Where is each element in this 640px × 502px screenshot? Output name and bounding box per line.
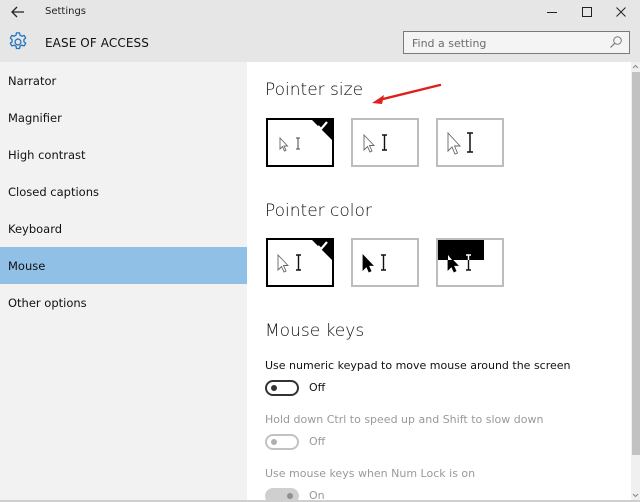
sidebar-item-label: Narrator [8, 73, 57, 88]
section-title: EASE OF ACCESS [45, 36, 149, 50]
gear-icon [9, 32, 27, 50]
chevron-up-icon [632, 64, 639, 69]
ctrl-shift-speed-label: Hold down Ctrl to speed up and Shift to … [265, 413, 544, 426]
close-button[interactable] [604, 0, 638, 24]
vertical-scrollbar[interactable] [631, 62, 640, 500]
sidebar-item-closed-captions[interactable]: Closed captions [0, 173, 247, 210]
scroll-up-button[interactable] [631, 62, 640, 71]
sidebar-item-high-contrast[interactable]: High contrast [0, 136, 247, 173]
numeric-keypad-label: Use numeric keypad to move mouse around … [265, 359, 571, 372]
main-content: Pointer size Pointer color Mouse keys Us… [247, 62, 631, 500]
chevron-down-icon [632, 493, 639, 498]
sidebar-item-other-options[interactable]: Other options [0, 284, 247, 321]
back-button[interactable] [8, 2, 28, 22]
sidebar-item-keyboard[interactable]: Keyboard [0, 210, 247, 247]
inverted-cursors-icon [438, 240, 484, 273]
pointer-color-option-black[interactable] [351, 238, 419, 287]
sidebar-item-label: Magnifier [8, 110, 62, 125]
numeric-keypad-state: Off [309, 381, 326, 394]
white-cursors-icon [277, 253, 301, 273]
scroll-down-button[interactable] [631, 491, 640, 500]
minimize-icon [547, 12, 557, 13]
search-input[interactable] [404, 33, 599, 54]
pointer-size-heading: Pointer size [265, 80, 364, 100]
num-lock-state: On [309, 489, 325, 500]
pointer-size-option-small[interactable] [266, 118, 334, 167]
sidebar-item-label: Keyboard [8, 221, 63, 236]
num-lock-toggle[interactable] [265, 488, 299, 500]
toggle-knob [287, 493, 293, 499]
back-arrow-icon [11, 6, 24, 18]
ctrl-shift-speed-toggle[interactable] [265, 434, 299, 450]
page-header: EASE OF ACCESS [0, 25, 640, 62]
large-cursors-icon [447, 131, 473, 155]
pointer-color-option-inverted[interactable] [436, 238, 504, 287]
pointer-size-option-large[interactable] [436, 118, 504, 167]
title-bar: Settings [0, 0, 640, 25]
window-title: Settings [45, 6, 87, 17]
toggle-knob [271, 439, 277, 445]
numeric-keypad-toggle[interactable] [265, 380, 299, 396]
pointer-size-option-medium[interactable] [351, 118, 419, 167]
ctrl-shift-speed-state: Off [309, 435, 326, 448]
minimize-button[interactable] [535, 0, 569, 24]
close-icon [616, 7, 626, 17]
num-lock-label: Use mouse keys when Num Lock is on [265, 467, 476, 480]
maximize-button[interactable] [570, 0, 604, 24]
search-icon[interactable] [609, 35, 623, 49]
medium-cursors-icon [363, 133, 387, 153]
pointer-color-heading: Pointer color [265, 201, 372, 221]
scroll-thumb[interactable] [632, 72, 640, 455]
small-cursors-icon [279, 136, 300, 152]
sidebar-item-narrator[interactable]: Narrator [0, 62, 247, 99]
black-cursors-icon [362, 254, 386, 273]
sidebar-item-label: High contrast [8, 147, 86, 162]
sidebar-item-label: Closed captions [8, 184, 99, 199]
mouse-keys-heading: Mouse keys [265, 321, 365, 341]
toggle-knob [271, 385, 277, 391]
sidebar-item-magnifier[interactable]: Magnifier [0, 99, 247, 136]
sidebar: Narrator Magnifier High contrast Closed … [0, 62, 247, 502]
sidebar-item-mouse[interactable]: Mouse [0, 247, 247, 284]
maximize-icon [582, 7, 592, 17]
search-box[interactable] [403, 31, 630, 54]
pointer-color-option-white[interactable] [266, 238, 334, 287]
sidebar-item-label: Mouse [8, 258, 46, 273]
sidebar-item-label: Other options [8, 295, 87, 310]
